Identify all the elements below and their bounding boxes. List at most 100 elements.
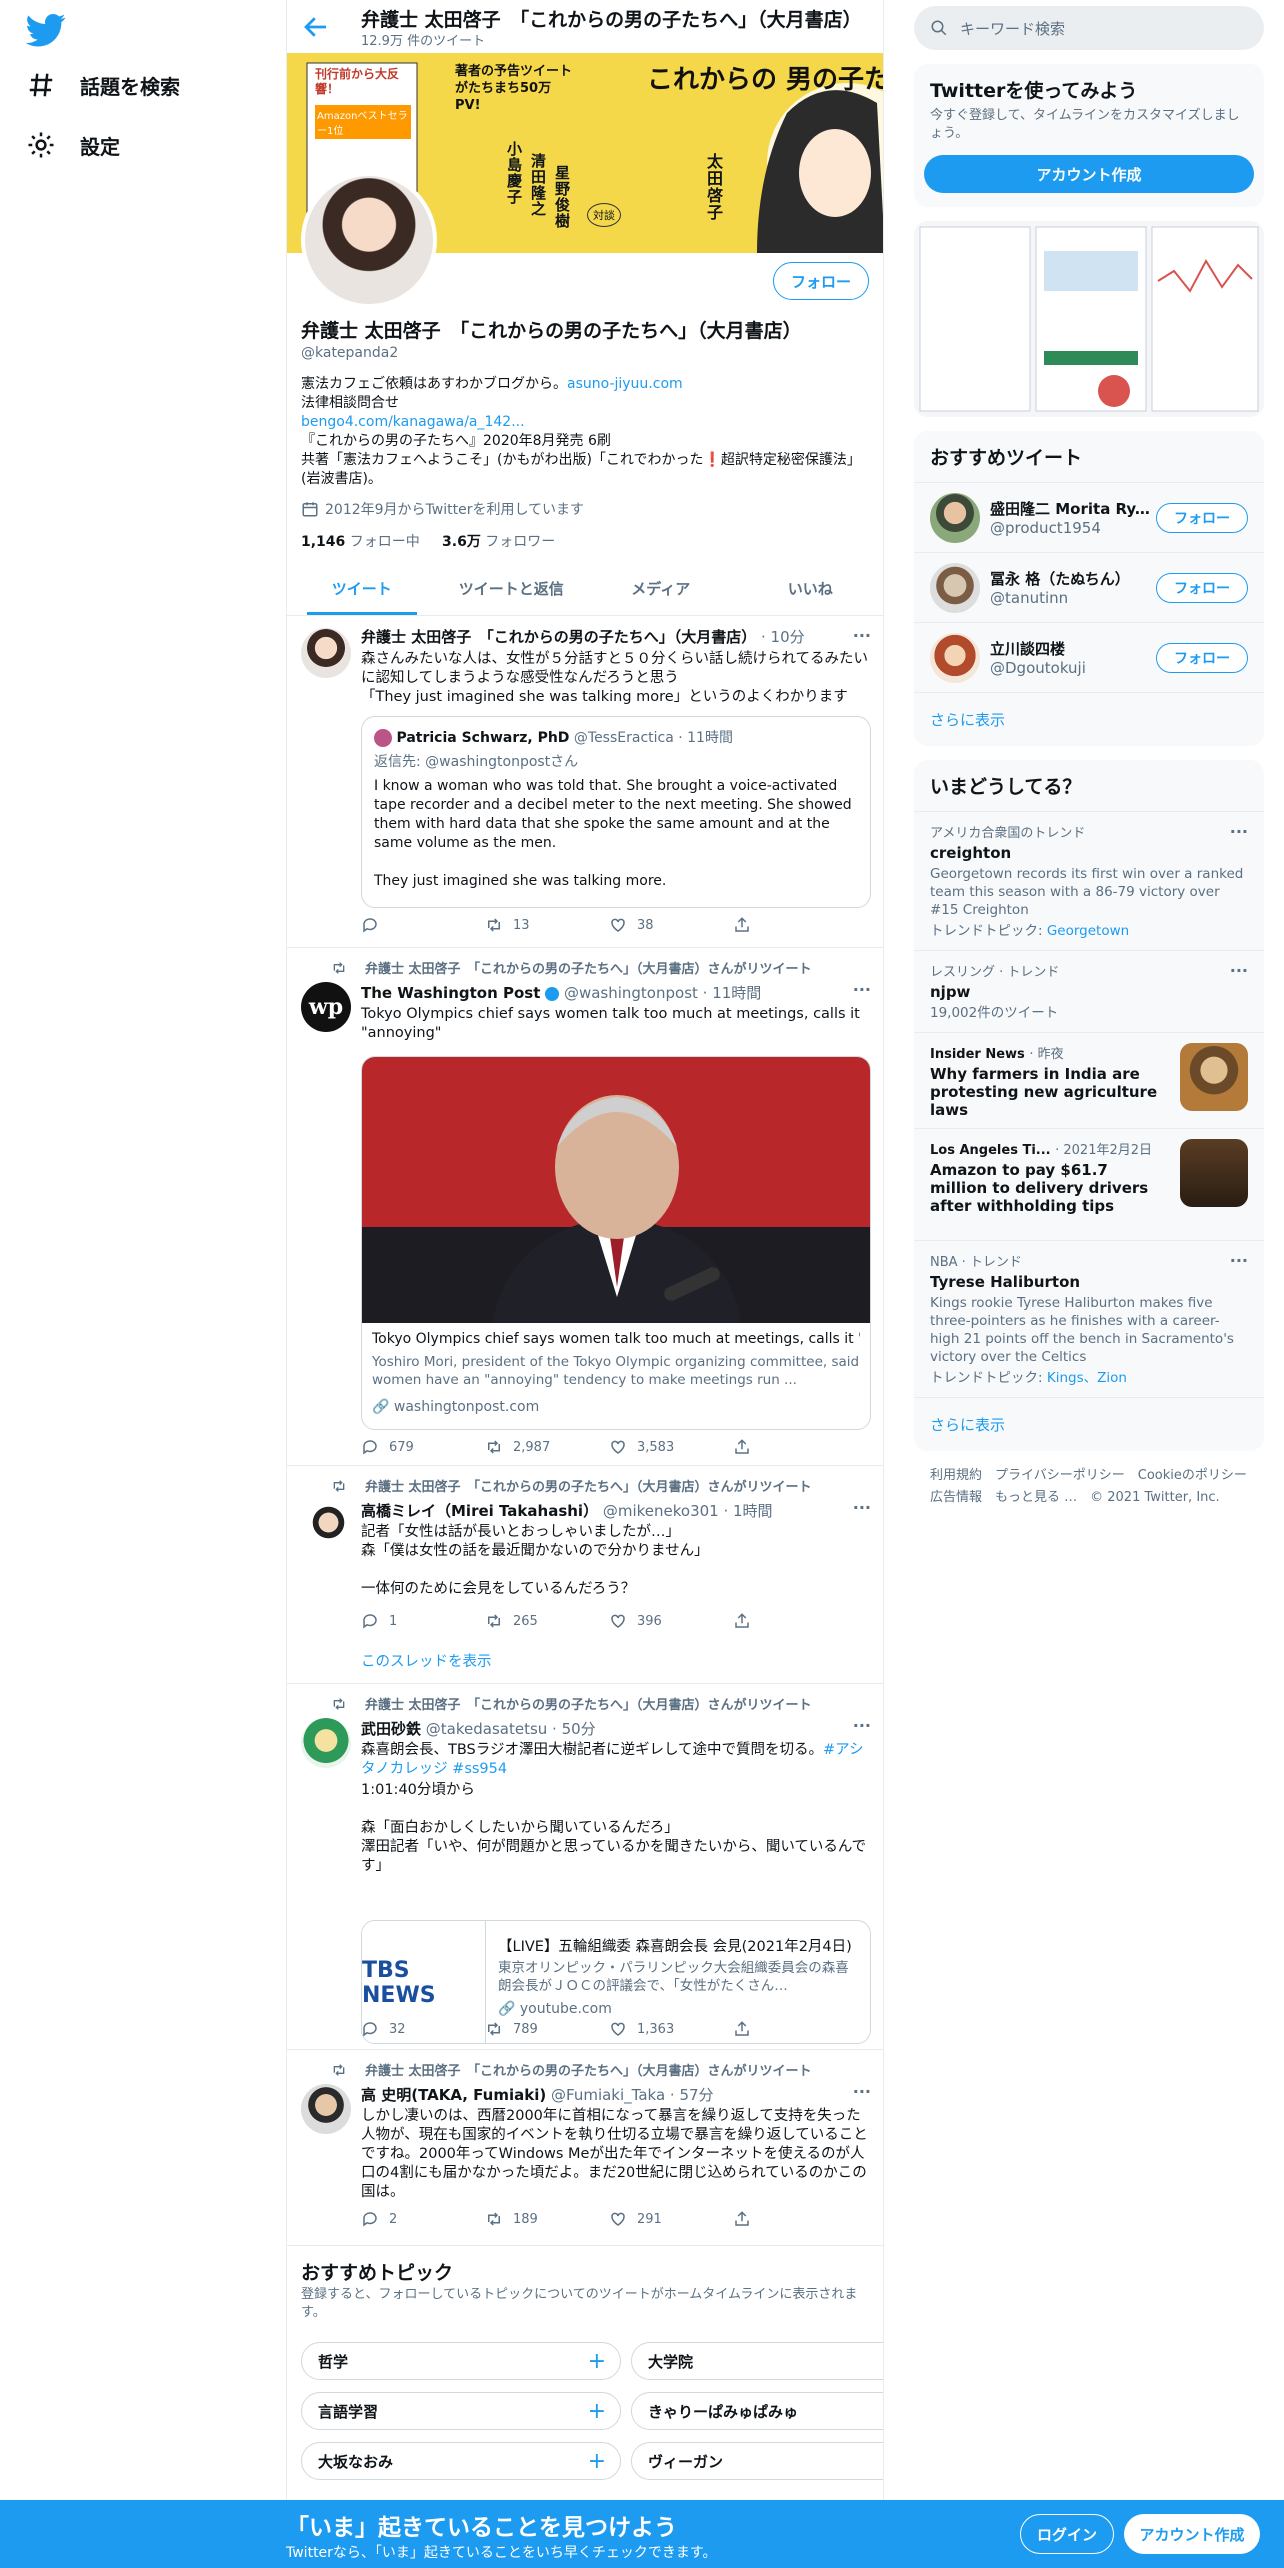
avatar[interactable] <box>301 1718 351 1768</box>
tweet-author[interactable]: 高橋ミレイ（Mirei Takahashi） <box>361 1502 598 1520</box>
more-icon[interactable]: ··· <box>853 626 871 645</box>
following-link[interactable]: 1,146 フォロー中 <box>301 534 420 550</box>
trend-item[interactable]: NBA · トレンド Tyrese Haliburton Kings rooki… <box>914 1240 1264 1397</box>
retweet-button[interactable]: 265 <box>485 1612 609 1630</box>
login-button[interactable]: ログイン <box>1020 2514 1114 2554</box>
tweet-author[interactable]: 弁護士 太田啓子 「これからの男の子たちへ」（大月書店） <box>361 628 756 646</box>
media-preview[interactable] <box>914 221 1264 417</box>
share-button[interactable] <box>733 916 857 934</box>
topic-chip[interactable]: ヴィーガン <box>631 2442 883 2480</box>
avatar[interactable] <box>930 632 980 683</box>
create-account-button[interactable]: アカウント作成 <box>924 155 1254 193</box>
share-button[interactable] <box>733 1612 857 1630</box>
trend-item[interactable]: Los Angeles Ti... · 2021年2月2日 Amazon to … <box>914 1128 1264 1240</box>
search-input[interactable]: キーワード検索 <box>914 6 1264 50</box>
trend-item[interactable]: アメリカ合衆国のトレンド creighton Georgetown record… <box>914 811 1264 950</box>
retweet-button[interactable]: 13 <box>485 916 609 934</box>
nav-explore[interactable]: 話題を検索 <box>26 70 180 100</box>
banner-speaker2: 清田隆之 <box>531 152 547 218</box>
trends-show-more[interactable]: さらに表示 <box>914 1397 1264 1451</box>
reply-button[interactable]: 1 <box>361 1612 485 1630</box>
trend-item[interactable]: レスリング · トレンド njpw 19,002件のツイート ··· <box>914 950 1264 1032</box>
follow-button[interactable]: フォロー <box>1156 642 1248 673</box>
tab-likes[interactable]: いいね <box>736 562 884 615</box>
who-handle: @product1954 <box>990 519 1101 537</box>
signup-button[interactable]: アカウント作成 <box>1124 2514 1260 2554</box>
who-name: 盛田隆二 <box>990 500 1051 518</box>
link-card[interactable]: Tokyo Olympics chief says women talk too… <box>361 1056 871 1430</box>
like-button[interactable]: 38 <box>609 916 733 934</box>
reply-count: 32 <box>389 2021 406 2037</box>
right-sidebar: キーワード検索 Twitterを使ってみよう 今すぐ登録して、タイムラインをカス… <box>914 0 1264 1523</box>
who-show-more[interactable]: さらに表示 <box>914 692 1264 746</box>
like-button[interactable]: 291 <box>609 2210 733 2228</box>
avatar[interactable] <box>301 2084 351 2134</box>
reply-button[interactable]: 679 <box>361 1438 485 1456</box>
show-thread-link[interactable]: このスレッドを表示 <box>361 1650 492 1671</box>
share-button[interactable] <box>733 2020 857 2038</box>
follow-button[interactable]: フォロー <box>1156 572 1248 603</box>
share-button[interactable] <box>733 1438 857 1456</box>
plus-icon[interactable]: + <box>588 2449 606 2474</box>
reply-button[interactable]: 32 <box>361 2020 485 2038</box>
tweet-author[interactable]: 武田砂鉄 <box>361 1720 421 1738</box>
plus-icon[interactable]: + <box>588 2399 606 2424</box>
profile-avatar[interactable] <box>301 172 437 308</box>
topic-chip[interactable]: 大坂なおみ + <box>301 2442 621 2480</box>
bio-link-bengo4[interactable]: bengo4.com/kanagawa/a_142... <box>301 413 871 432</box>
avatar[interactable] <box>930 562 980 613</box>
more-icon[interactable]: ··· <box>1230 961 1248 980</box>
who-item[interactable]: 盛田隆二 Morita Ry... @product1954 フォロー <box>914 482 1264 552</box>
retweet-button[interactable]: 2,987 <box>485 1438 609 1456</box>
follow-button[interactable]: フォロー <box>773 262 869 300</box>
tweet-author[interactable]: The Washington Post <box>361 984 540 1002</box>
more-icon[interactable]: ··· <box>1230 1251 1248 1270</box>
topic-chip[interactable]: 哲学 + <box>301 2342 621 2380</box>
retweet-count: 13 <box>513 917 530 933</box>
avatar[interactable] <box>301 628 351 678</box>
tweet[interactable]: 弁護士 太田啓子 「これからの男の子たちへ」（大月書店）さんがリツイート ···… <box>287 1684 883 2050</box>
followers-link[interactable]: 3.6万 フォロワー <box>442 534 555 550</box>
who-item[interactable]: 立川談四楼 @Dgoutokuji フォロー <box>914 622 1264 692</box>
trend-topic-link[interactable]: Georgetown <box>1047 923 1129 939</box>
topic-chip[interactable]: 大学院 <box>631 2342 883 2380</box>
footer-line2[interactable]: 広告情報 もっと見る … © 2021 Twitter, Inc. <box>930 1487 1248 1509</box>
tab-tweets-replies[interactable]: ツイートと返信 <box>437 562 587 615</box>
quote-tweet[interactable]: Patricia Schwarz, PhD @TessEractica · 11… <box>361 716 871 908</box>
retweet-button[interactable]: 789 <box>485 2020 609 2038</box>
tweet[interactable]: 弁護士 太田啓子 「これからの男の子たちへ」（大月書店）さんがリツイート ···… <box>287 1466 883 1684</box>
topic-chip[interactable]: きゃりーぱみゅぱみゅ <box>631 2392 883 2430</box>
trend-item[interactable]: Insider News · 昨夜 Why farmers in India a… <box>914 1032 1264 1128</box>
retweet-button[interactable]: 189 <box>485 2210 609 2228</box>
banner-main-title: これからの 男の子たちへ <box>647 65 883 95</box>
back-arrow-icon[interactable] <box>301 12 331 42</box>
like-button[interactable]: 396 <box>609 1612 733 1630</box>
like-button[interactable]: 1,363 <box>609 2020 733 2038</box>
tab-media[interactable]: メディア <box>586 562 736 615</box>
share-button[interactable] <box>733 2210 857 2228</box>
app-root: 話題を検索 設定 弁護士 太田啓子 「これからの男の子たちへ」（大月書店） 12… <box>0 0 1284 2568</box>
reply-button[interactable]: 2 <box>361 2210 485 2228</box>
like-button[interactable]: 3,583 <box>609 1438 733 1456</box>
trend-title: Amazon to pay $61.7 million to delivery … <box>930 1161 1149 1215</box>
tweet[interactable]: 弁護士 太田啓子 「これからの男の子たちへ」（大月書店）さんがリツイート wp … <box>287 948 883 1466</box>
trend-topic-link[interactable]: Kings、Zion <box>1047 1370 1127 1386</box>
plus-icon[interactable]: + <box>588 2349 606 2374</box>
avatar[interactable] <box>930 492 980 543</box>
tweet-author[interactable]: 高 史明(TAKA, Fumiaki) <box>361 2086 546 2104</box>
avatar[interactable]: wp <box>301 982 351 1032</box>
tweet[interactable]: 弁護士 太田啓子 「これからの男の子たちへ」（大月書店）さんがリツイート ···… <box>287 2050 883 2246</box>
tab-tweets[interactable]: ツイート <box>287 562 437 615</box>
retweet-count: 789 <box>513 2021 538 2037</box>
footer-line1[interactable]: 利用規約 プライバシーポリシー Cookieのポリシー <box>930 1465 1248 1487</box>
nav-settings[interactable]: 設定 <box>26 130 120 160</box>
avatar[interactable] <box>301 1500 351 1550</box>
topic-chip[interactable]: 言語学習 + <box>301 2392 621 2430</box>
more-icon[interactable]: ··· <box>1230 822 1248 841</box>
tweet[interactable]: ··· 弁護士 太田啓子 「これからの男の子たちへ」（大月書店） · 10分 森… <box>287 616 883 948</box>
who-item[interactable]: 冨永 格（たぬちん） @tanutinn フォロー <box>914 552 1264 622</box>
bio-link-asuno[interactable]: asuno-jiyuu.com <box>567 376 683 392</box>
reply-button[interactable] <box>361 916 485 934</box>
twitter-logo-icon[interactable] <box>26 10 66 50</box>
follow-button[interactable]: フォロー <box>1156 502 1248 533</box>
